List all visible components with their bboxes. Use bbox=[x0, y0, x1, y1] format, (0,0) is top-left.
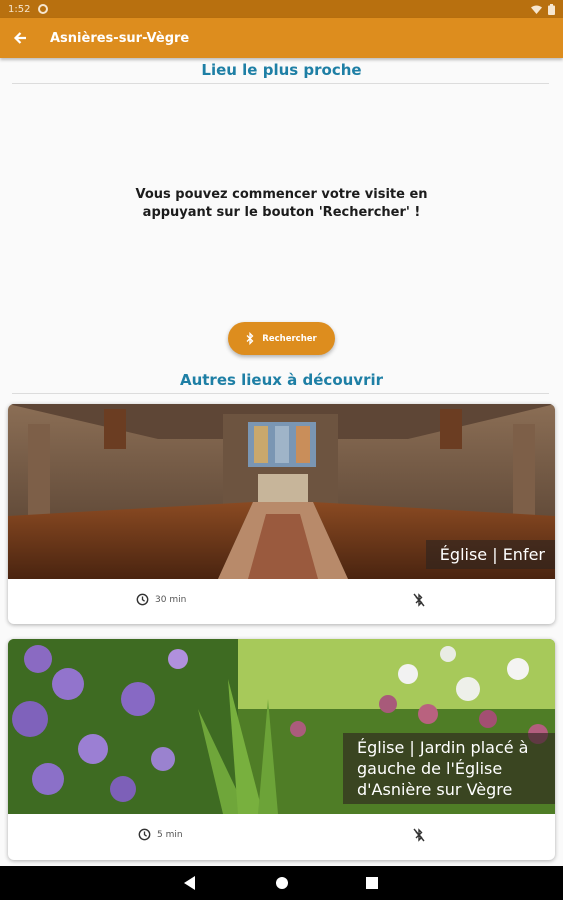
search-button[interactable]: Rechercher bbox=[228, 322, 335, 355]
wifi-icon bbox=[531, 5, 542, 14]
app-bar: Asnières-sur-Vègre bbox=[0, 18, 563, 58]
visit-duration: 5 min bbox=[138, 828, 183, 841]
home-nav-icon[interactable] bbox=[275, 875, 289, 891]
system-navigation-bar bbox=[0, 866, 563, 900]
bluetooth-disabled-icon bbox=[413, 827, 425, 846]
place-title: Église | Enfer bbox=[425, 540, 555, 569]
arrow-back-icon bbox=[13, 32, 26, 44]
visit-duration: 30 min bbox=[136, 593, 186, 606]
status-time: 1:52 bbox=[8, 3, 31, 15]
card-footer: 5 min bbox=[8, 814, 555, 859]
intro-message: Vous pouvez commencer votre visite en ap… bbox=[135, 187, 428, 220]
divider bbox=[12, 393, 549, 394]
place-card[interactable]: Église | Jardin placé à gauche de l'Égli… bbox=[8, 639, 555, 860]
bluetooth-disabled-icon bbox=[413, 592, 425, 611]
duration-label: 30 min bbox=[155, 594, 187, 605]
back-nav-icon[interactable] bbox=[183, 875, 197, 891]
notification-icon bbox=[38, 4, 49, 14]
place-photo-church: Église | Enfer bbox=[8, 404, 555, 579]
duration-label: 5 min bbox=[157, 829, 183, 840]
status-bar: 1:52 bbox=[0, 0, 563, 18]
overview-nav-icon[interactable] bbox=[365, 875, 379, 891]
clock-icon bbox=[138, 828, 151, 841]
battery-icon bbox=[548, 3, 555, 15]
bluetooth-icon bbox=[246, 332, 254, 345]
others-section-title: Autres lieux à découvrir bbox=[179, 371, 384, 389]
place-card[interactable]: Église | Enfer 30 min bbox=[8, 404, 555, 624]
clock-icon bbox=[136, 593, 149, 606]
card-footer: 30 min bbox=[8, 579, 555, 624]
place-photo-garden: Église | Jardin placé à gauche de l'Égli… bbox=[8, 639, 555, 814]
app-title: Asnières-sur-Vègre bbox=[50, 30, 190, 46]
place-title: Église | Jardin placé à gauche de l'Égli… bbox=[343, 733, 555, 804]
back-button[interactable] bbox=[0, 18, 40, 58]
divider bbox=[12, 83, 549, 84]
search-button-label: Rechercher bbox=[262, 333, 317, 344]
nearest-section-title: Lieu le plus proche bbox=[201, 61, 362, 79]
